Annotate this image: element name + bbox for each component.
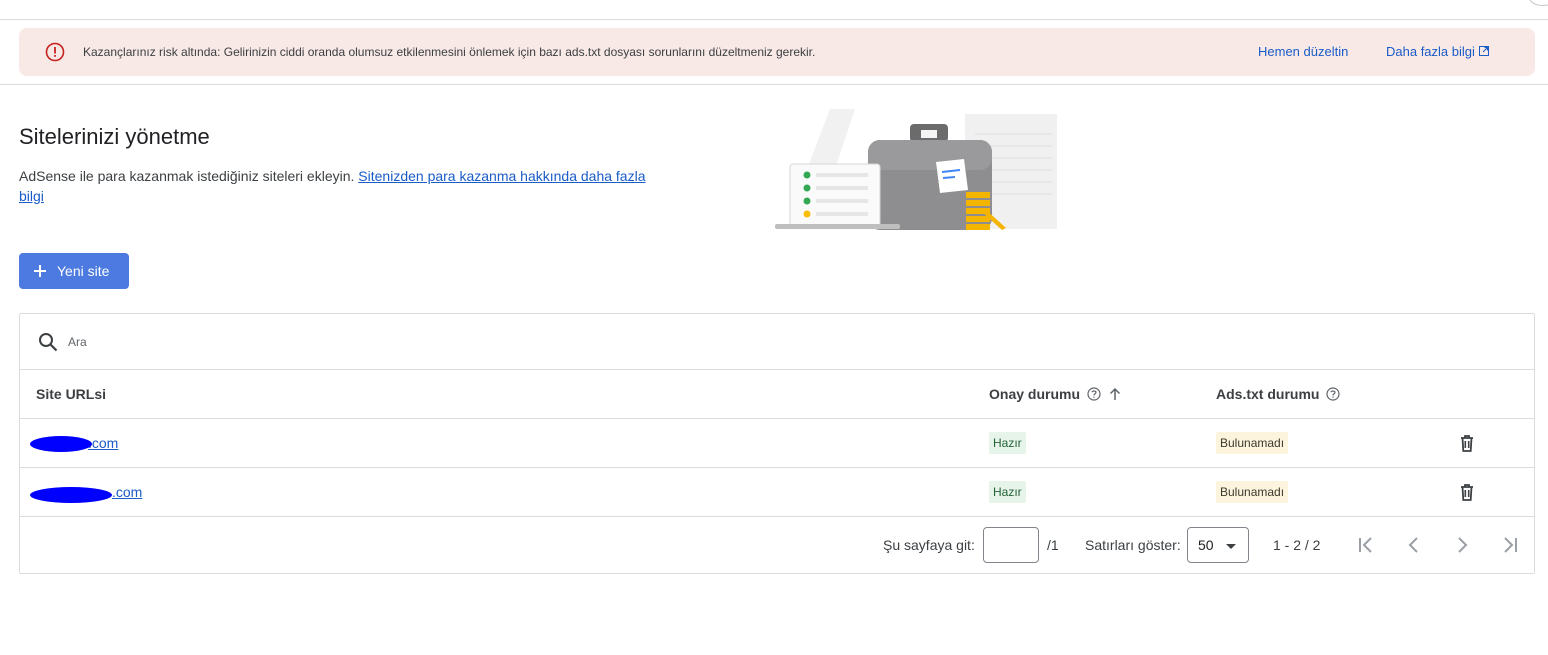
alert-message: Kazançlarınız risk altında: Gelirinizin … <box>83 45 816 59</box>
search-bar <box>20 314 1534 370</box>
search-icon <box>39 333 58 352</box>
next-page-icon[interactable] <box>1450 533 1474 557</box>
delete-icon[interactable] <box>1457 433 1477 453</box>
briefcase-illustration <box>775 109 1057 230</box>
sort-ascending-icon[interactable] <box>1108 387 1122 401</box>
new-site-button[interactable]: Yeni site <box>19 253 129 289</box>
page-description: AdSense ile para kazanmak istediğiniz si… <box>19 166 669 206</box>
section-divider <box>0 84 1548 85</box>
help-icon[interactable] <box>1087 387 1101 401</box>
goto-page-input[interactable] <box>983 527 1039 563</box>
rows-per-page-select[interactable]: 50 <box>1187 527 1249 563</box>
redaction-mark <box>30 487 112 503</box>
page-title: Sitelerinizi yönetme <box>19 124 210 149</box>
column-site-url[interactable]: Site URLsi <box>36 370 106 418</box>
approval-status-badge: Hazır <box>989 432 1026 454</box>
site-url-text: .com <box>88 435 119 451</box>
page-range-label: 1 - 2 / 2 <box>1273 537 1321 553</box>
help-icon[interactable] <box>1326 387 1341 401</box>
previous-page-icon[interactable] <box>1402 533 1426 557</box>
learn-more-link[interactable]: Daha fazla bilgi <box>1386 28 1489 76</box>
learn-more-label: Daha fazla bilgi <box>1386 44 1475 59</box>
window-corner <box>1528 0 1548 6</box>
first-page-icon[interactable] <box>1354 533 1378 557</box>
chevron-down-icon <box>1226 544 1236 549</box>
column-site-url-label: Site URLsi <box>36 386 107 402</box>
external-link-icon <box>1478 46 1489 56</box>
description-text: AdSense ile para kazanmak istediğiniz si… <box>19 168 355 184</box>
rows-per-page-value: 50 <box>1198 537 1214 553</box>
table-row: .com Hazır Bulunamadı <box>20 419 1534 468</box>
column-ads-txt-status[interactable]: Ads.txt durumu <box>1216 370 1341 418</box>
risk-alert-banner: Kazançlarınız risk altında: Gelirinizin … <box>19 28 1535 76</box>
column-approval-status[interactable]: Onay durumu <box>989 370 1122 418</box>
column-approval-status-label: Onay durumu <box>989 386 1081 402</box>
table-row: .com Hazır Bulunamadı <box>20 468 1534 517</box>
site-url-text: .com <box>112 484 143 500</box>
total-pages-label: /1 <box>1047 537 1059 553</box>
new-site-label: Yeni site <box>57 263 110 279</box>
rows-per-page-label: Satırları göster: <box>1085 537 1181 553</box>
pagination-bar: Şu sayfaya git: /1 Satırları göster: 50 … <box>20 517 1534 573</box>
goto-page-label: Şu sayfaya git: <box>883 537 975 553</box>
table-header: Site URLsi Onay durumu Ads.txt durumu <box>20 370 1534 419</box>
column-ads-txt-status-label: Ads.txt durumu <box>1216 386 1320 402</box>
top-divider <box>0 19 1548 20</box>
search-input[interactable] <box>68 328 668 356</box>
approval-status-badge: Hazır <box>989 481 1026 503</box>
redaction-mark <box>30 436 92 452</box>
last-page-icon[interactable] <box>1498 533 1522 557</box>
error-circle-icon <box>45 42 65 62</box>
ads-txt-status-badge: Bulunamadı <box>1216 432 1289 454</box>
plus-icon <box>34 265 46 277</box>
sites-table-panel: Site URLsi Onay durumu Ads.txt durumu .c… <box>19 313 1535 574</box>
ads-txt-status-badge: Bulunamadı <box>1216 481 1289 503</box>
fix-now-link[interactable]: Hemen düzeltin <box>1258 28 1348 76</box>
delete-icon[interactable] <box>1457 482 1477 502</box>
